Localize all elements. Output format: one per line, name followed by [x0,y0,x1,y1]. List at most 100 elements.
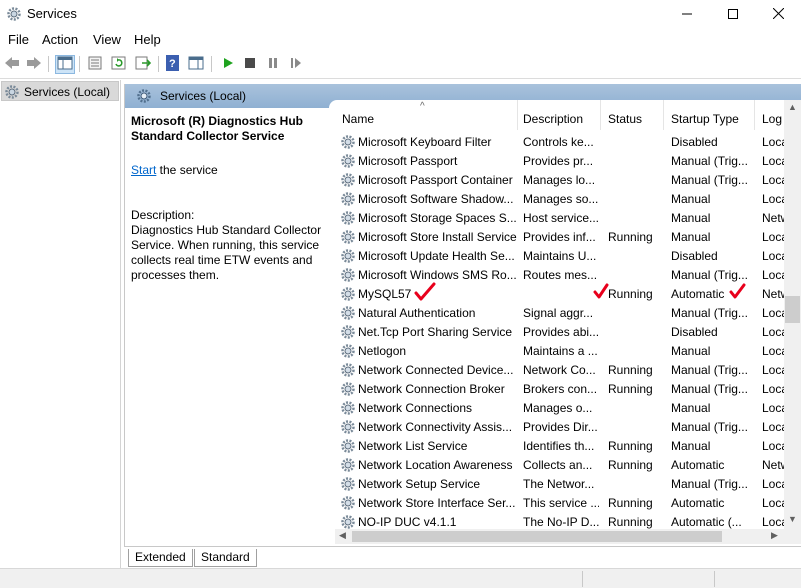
service-row[interactable]: Network Store Interface Ser... This servi… [335,493,785,512]
menu-help[interactable]: Help [134,32,161,47]
service-log-on-as: Loca [762,439,785,453]
toolbar-separator [79,56,80,72]
start-service-button[interactable] [218,55,238,74]
service-description-panel: Microsoft (R) Diagnostics Hub Standard C… [131,114,326,283]
service-name: Microsoft Passport Container [358,173,513,187]
export-list-button[interactable] [133,55,153,74]
service-log-on-as: Loca [762,192,785,206]
menu-file[interactable]: File [8,32,29,47]
service-name: Microsoft Windows SMS Ro... [358,268,517,282]
restart-service-icon [290,57,302,72]
service-row[interactable]: Microsoft Store Install Service Provides … [335,227,785,246]
services-gear-icon [6,6,22,25]
maximize-button[interactable] [710,0,756,29]
back-button[interactable] [2,55,22,74]
service-row[interactable]: Microsoft Update Health Se... Maintains U… [335,246,785,265]
service-description: Collects an... [523,458,593,472]
show-action-pane-button[interactable] [186,55,206,74]
service-startup-type: Manual [671,439,711,453]
service-row[interactable]: Network Setup Service The Networ... Manual… [335,474,785,493]
vertical-scrollbar[interactable]: ▲ ▼ [784,100,801,544]
service-row[interactable]: Microsoft Passport Container Manages lo..… [335,170,785,189]
pause-service-button[interactable] [263,55,283,74]
service-status: Running [608,382,653,396]
service-name: MySQL57 [358,287,412,301]
service-description: Manages o... [523,401,593,415]
service-row[interactable]: MySQL57RunningAutomaticNetw [335,284,785,303]
menu-action[interactable]: Action [42,32,78,47]
service-name: Network Connections [358,401,473,415]
view-tabs: Extended Standard [124,546,801,568]
service-status: Running [608,515,653,529]
scroll-down-icon[interactable]: ▼ [788,514,797,524]
service-description: The No-IP D... [523,515,599,529]
service-startup-type: Automatic (... [671,515,742,529]
service-log-on-as: Loca [762,173,785,187]
column-header-status[interactable]: Status [601,100,664,130]
service-name: Netlogon [358,344,407,358]
service-row[interactable]: Microsoft Windows SMS Ro... Routes mes...… [335,265,785,284]
status-bar-divider [582,571,583,587]
red-checkmark-icon [593,283,609,302]
service-row[interactable]: Network Connected Device... Network Co...… [335,360,785,379]
service-row[interactable]: Natural Authentication Signal aggr... Manu… [335,303,785,322]
stop-service-button[interactable] [240,55,260,74]
help-button[interactable]: ? [163,55,183,74]
scroll-up-icon[interactable]: ▲ [788,102,797,112]
tab-extended[interactable]: Extended [128,549,193,567]
service-row[interactable]: Net.Tcp Port Sharing Service Provides abi… [335,322,785,341]
service-row[interactable]: Network List Service Identifies th... Runn… [335,436,785,455]
service-row[interactable]: Network Connectivity Assis... Provides Di… [335,417,785,436]
forward-button[interactable] [24,55,44,74]
service-description: Brokers con... [523,382,598,396]
svg-text:?: ? [169,58,176,70]
service-description: Manages lo... [523,173,596,187]
properties-button[interactable] [85,55,105,74]
toolbar-separator [48,56,49,72]
service-log-on-as: Loca [762,496,785,510]
toolbar: ? [0,50,801,79]
tree-item-services-local[interactable]: Services (Local) [1,81,119,101]
horizontal-scroll-thumb[interactable] [352,531,722,542]
show-hide-tree-button[interactable] [55,55,75,74]
service-log-on-as: Loca [762,420,785,434]
minimize-button[interactable] [664,0,710,29]
service-name: Microsoft Software Shadow... [358,192,514,206]
column-header-startup-type[interactable]: Startup Type [664,100,755,130]
pane-header-label: Services (Local) [160,89,247,103]
horizontal-scrollbar[interactable]: ◀ ▶ [335,529,784,544]
close-button[interactable] [755,0,801,29]
service-row[interactable]: Network Connections Manages o... Manual Loc… [335,398,785,417]
service-log-on-as: Loca [762,249,785,263]
service-row[interactable]: Microsoft Storage Spaces S... Host servic… [335,208,785,227]
vertical-scroll-thumb[interactable] [785,296,800,323]
start-service-link[interactable]: Start [131,163,156,177]
service-log-on-as: Loca [762,325,785,339]
service-row[interactable]: Microsoft Software Shadow... Manages so..… [335,189,785,208]
tab-standard[interactable]: Standard [194,549,257,567]
service-name: Network Connection Broker [358,382,505,396]
description-label: Description: [131,208,195,222]
restart-service-button[interactable] [286,55,306,74]
service-row[interactable]: Network Location Awareness Collects an...… [335,455,785,474]
service-description: Network Co... [523,363,596,377]
scroll-right-icon[interactable]: ▶ [771,530,778,541]
service-log-on-as: Loca [762,382,785,396]
service-row[interactable]: Netlogon Maintains a ... Manual Loca [335,341,785,360]
column-header-log-on-as[interactable]: Log [755,100,785,130]
refresh-button[interactable] [109,55,129,74]
scroll-left-icon[interactable]: ◀ [339,530,346,541]
properties-icon [87,56,103,73]
service-row[interactable]: Network Connection Broker Brokers con... R… [335,379,785,398]
service-row[interactable]: Microsoft Passport Provides pr... Manual (… [335,151,785,170]
service-status: Running [608,287,653,301]
back-arrow-icon [4,56,20,73]
column-header-name[interactable]: ^ Name [335,100,518,130]
service-name: Network Connected Device... [358,363,514,377]
service-description: Provides pr... [523,154,594,168]
column-header-label: Status [608,112,643,126]
menu-view[interactable]: View [93,32,121,47]
column-header-description[interactable]: Description [516,100,601,130]
service-row[interactable]: Microsoft Keyboard Filter Controls ke... D… [335,132,785,151]
service-startup-type: Automatic [671,496,725,510]
